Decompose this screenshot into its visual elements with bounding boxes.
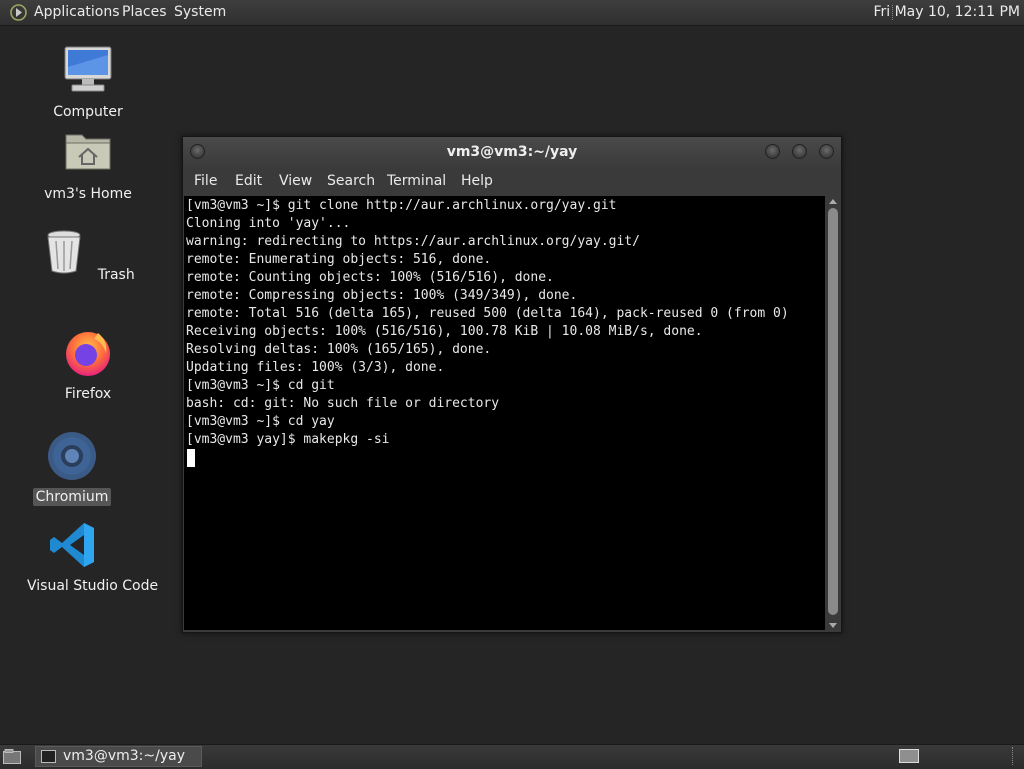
menu-edit[interactable]: Edit: [235, 173, 262, 189]
menu-places[interactable]: Places: [122, 4, 167, 21]
desktop-icon-label: Computer: [53, 104, 123, 120]
terminal-line: remote: Compressing objects: 100% (349/3…: [186, 288, 578, 303]
window-titlebar[interactable]: vm3@vm3:~/yay: [183, 137, 841, 167]
taskbar-window-button[interactable]: vm3@vm3:~/yay: [35, 746, 202, 767]
firefox-icon: [66, 332, 110, 376]
terminal-line: Cloning into 'yay'...: [186, 216, 351, 231]
text-cursor: [187, 449, 195, 467]
terminal-line: remote: Counting objects: 100% (516/516)…: [186, 270, 554, 285]
menu-search[interactable]: Search: [327, 173, 375, 189]
terminal-scrollbar[interactable]: [826, 196, 840, 631]
desktop-icon-label: Trash: [97, 267, 135, 283]
maximize-icon[interactable]: [792, 144, 807, 159]
terminal-menubar: File Edit View Search Terminal Help: [183, 167, 841, 195]
minimize-icon[interactable]: [765, 144, 780, 159]
desktop-icon-computer[interactable]: Computer: [38, 45, 138, 121]
desktop-icon-label: Visual Studio Code: [27, 578, 159, 594]
desktop-icon-label: vm3's Home: [44, 186, 132, 202]
scrollbar-thumb[interactable]: [828, 208, 838, 615]
terminal-line: warning: redirecting to https://aur.arch…: [186, 234, 640, 249]
desktop-icon-home[interactable]: vm3's Home: [38, 127, 138, 203]
window-title: vm3@vm3:~/yay: [446, 144, 578, 160]
close-icon[interactable]: [819, 144, 834, 159]
terminal-line: Receiving objects: 100% (516/516), 100.7…: [186, 324, 703, 339]
desktop-icon-label: Firefox: [64, 386, 112, 402]
terminal-line: bash: cd: git: No such file or directory: [186, 396, 500, 411]
menu-help[interactable]: Help: [461, 173, 493, 189]
workspace-switcher[interactable]: [899, 749, 919, 763]
terminal-line: [vm3@vm3 ~]$ git clone http://aur.archli…: [186, 198, 617, 213]
desktop-icon-label: Chromium: [32, 488, 112, 506]
terminal-line: [vm3@vm3 ~]$ cd git: [186, 378, 335, 393]
chromium-icon: [48, 432, 96, 480]
taskbar-window-label: vm3@vm3:~/yay: [63, 748, 185, 764]
bottom-panel: vm3@vm3:~/yay: [0, 744, 1024, 769]
menu-applications[interactable]: Applications: [34, 4, 120, 21]
desktop-icon-chromium[interactable]: Chromium: [22, 430, 122, 506]
terminal-line: Resolving deltas: 100% (165/165), done.: [186, 342, 492, 357]
top-panel: Applications Places System Fri May 10, 1…: [0, 0, 1024, 26]
scroll-up-arrow-icon[interactable]: [829, 199, 837, 204]
panel-separator: [1012, 747, 1017, 765]
desktop-icon-firefox[interactable]: Firefox: [38, 327, 138, 403]
terminal-line: remote: Total 516 (delta 165), reused 50…: [186, 306, 789, 321]
menu-terminal[interactable]: Terminal: [387, 173, 446, 189]
desktop-icon-vscode[interactable]: Visual Studio Code: [24, 519, 158, 595]
menu-view[interactable]: View: [279, 173, 312, 189]
terminal-output[interactable]: [vm3@vm3 ~]$ git clone http://aur.archli…: [184, 196, 825, 630]
terminal-icon: [41, 750, 56, 763]
terminal-line: remote: Enumerating objects: 516, done.: [186, 252, 492, 267]
menu-system[interactable]: System: [174, 4, 226, 21]
desktop-icon-trash[interactable]: Trash: [38, 227, 138, 284]
terminal-line: [vm3@vm3 ~]$ cd yay: [186, 414, 335, 429]
distro-logo-icon[interactable]: [10, 4, 27, 21]
scroll-down-arrow-icon[interactable]: [829, 623, 837, 628]
terminal-line: [vm3@vm3 yay]$ makepkg -si: [186, 432, 390, 447]
menu-file[interactable]: File: [194, 173, 217, 189]
show-desktop-icon[interactable]: [3, 749, 21, 764]
vscode-icon: [50, 523, 94, 567]
clock[interactable]: Fri May 10, 12:11 PM: [873, 4, 1020, 20]
terminal-window[interactable]: vm3@vm3:~/yay File Edit View Search Term…: [182, 136, 842, 633]
home-folder-icon: [65, 134, 111, 170]
computer-icon: [64, 46, 112, 92]
terminal-line: Updating files: 100% (3/3), done.: [186, 360, 445, 375]
trash-icon: [47, 230, 81, 274]
